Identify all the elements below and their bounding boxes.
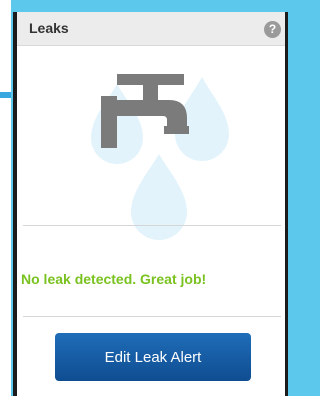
faucet-with-water-drops-icon xyxy=(91,74,229,240)
water-drop-icon xyxy=(131,154,187,240)
top-divider xyxy=(23,225,281,226)
left-edge-accent xyxy=(0,92,11,98)
leaks-widget: Leaks ? No leak detected. Great job! Edi… xyxy=(13,12,288,396)
leak-status-message: No leak detected. Great job! xyxy=(21,271,207,287)
widget-header: Leaks ? xyxy=(17,12,285,46)
edit-leak-alert-button[interactable]: Edit Leak Alert xyxy=(55,333,251,381)
help-icon[interactable]: ? xyxy=(264,21,281,38)
left-edge-strip xyxy=(0,0,11,396)
bottom-divider xyxy=(23,316,281,317)
widget-title: Leaks xyxy=(29,20,69,36)
